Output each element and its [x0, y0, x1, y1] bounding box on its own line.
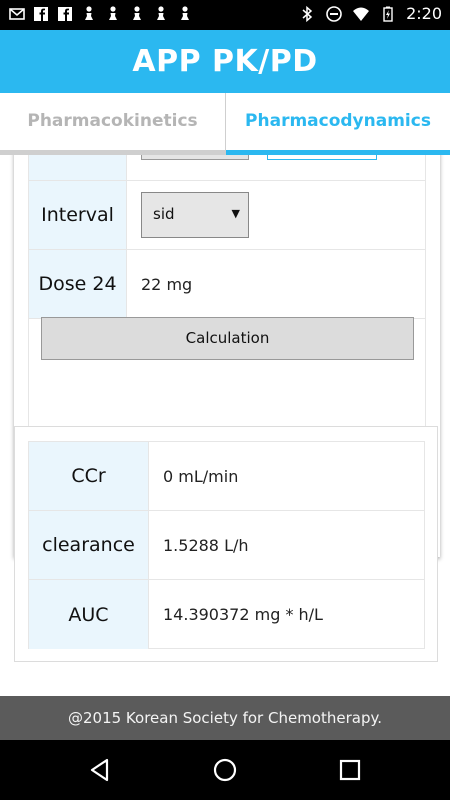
dose24-row: Dose 24 22 mg	[29, 250, 425, 319]
interval-row: Interval sid ▼	[29, 181, 425, 250]
navigation-bar	[0, 740, 450, 800]
battery-charging-icon	[379, 5, 397, 23]
app-bar: APP PK/PD	[0, 30, 450, 93]
interval-label: Interval	[29, 181, 127, 249]
recents-icon[interactable]	[335, 755, 365, 785]
back-icon[interactable]	[85, 755, 115, 785]
status-bar: 2:20	[0, 0, 450, 30]
calculation-button[interactable]: Calculation	[41, 317, 414, 360]
ccr-value: 0 mL/min	[163, 466, 239, 486]
dose24-label: Dose 24	[29, 250, 127, 318]
clearance-value: 1.5288 L/h	[163, 535, 249, 555]
bluetooth-icon	[298, 5, 316, 23]
tab-pharmacokinetics[interactable]: Pharmacokinetics	[0, 93, 226, 155]
wifi-icon	[352, 5, 370, 23]
results-card: CCr 0 mL/min clearance 1.5288 L/h AUC 14…	[14, 426, 438, 662]
result-row-clearance: clearance 1.5288 L/h	[29, 511, 424, 580]
app-title: APP PK/PD	[132, 44, 318, 79]
results-table: CCr 0 mL/min clearance 1.5288 L/h AUC 14…	[28, 441, 425, 649]
interval-selected-value: sid	[153, 205, 175, 223]
facebook-icon	[32, 5, 50, 23]
ccr-value-cell: 0 mL/min	[149, 442, 424, 510]
auc-value-cell: 14.390372 mg * h/L	[149, 580, 424, 649]
system-icons: 2:20	[298, 4, 442, 23]
notification-icons	[8, 5, 194, 23]
home-icon[interactable]	[210, 755, 240, 785]
interval-value: sid ▼	[127, 181, 425, 249]
interval-select[interactable]: sid ▼	[141, 192, 249, 238]
footer: @2015 Korean Society for Chemotherapy.	[0, 696, 450, 740]
row-label-empty	[29, 155, 127, 180]
auc-value: 14.390372 mg * h/L	[163, 605, 323, 624]
row-value	[127, 155, 425, 180]
clock: 2:20	[406, 4, 442, 23]
auc-label: AUC	[29, 580, 149, 649]
ccr-label: CCr	[29, 442, 149, 510]
dropdown-arrow-icon: ▼	[231, 207, 240, 220]
partial-row	[29, 155, 425, 181]
tab-pharmacodynamics[interactable]: Pharmacodynamics	[226, 93, 450, 155]
clearance-label: clearance	[29, 511, 149, 579]
dose24-text: 22 mg	[141, 274, 193, 294]
result-row-ccr: CCr 0 mL/min	[29, 442, 424, 511]
partial-select[interactable]	[141, 155, 249, 160]
mail-icon	[8, 5, 26, 23]
dose24-value: 22 mg	[127, 250, 425, 318]
chess-pawn-icon	[80, 5, 98, 23]
content-area[interactable]: Interval sid ▼ Dose 24 22 mg Calculation	[0, 155, 450, 696]
facebook-icon	[56, 5, 74, 23]
clearance-value-cell: 1.5288 L/h	[149, 511, 424, 579]
chess-pawn-icon	[176, 5, 194, 23]
chess-pawn-icon	[104, 5, 122, 23]
chess-pawn-icon	[128, 5, 146, 23]
result-row-auc: AUC 14.390372 mg * h/L	[29, 580, 424, 649]
do-not-disturb-icon	[325, 5, 343, 23]
tab-bar: Pharmacokinetics Pharmacodynamics	[0, 93, 450, 155]
chess-pawn-icon	[152, 5, 170, 23]
partial-input-field[interactable]	[267, 155, 377, 160]
